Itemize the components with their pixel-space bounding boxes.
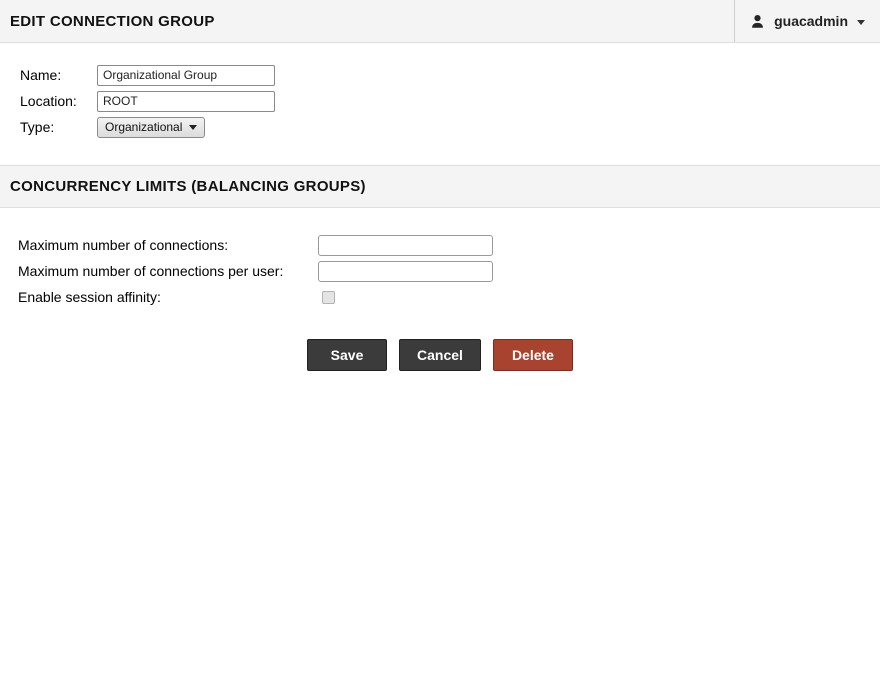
field-row-max-connections-per-user: Maximum number of connections per user: <box>0 258 880 284</box>
concurrency-form: Maximum number of connections: Maximum n… <box>0 208 880 310</box>
max-connections-per-user-label: Maximum number of connections per user: <box>18 263 318 279</box>
field-row-location: Location: <box>0 88 880 114</box>
name-input[interactable] <box>97 65 275 86</box>
type-label: Type: <box>20 119 97 135</box>
concurrency-section-header: CONCURRENCY LIMITS (BALANCING GROUPS) <box>0 165 880 208</box>
save-button[interactable]: Save <box>307 339 387 371</box>
delete-button[interactable]: Delete <box>493 339 573 371</box>
max-connections-label: Maximum number of connections: <box>18 237 318 253</box>
concurrency-section-title: CONCURRENCY LIMITS (BALANCING GROUPS) <box>10 178 870 195</box>
user-name: guacadmin <box>774 13 848 29</box>
form-actions: Save Cancel Delete <box>0 339 880 371</box>
max-connections-per-user-input[interactable] <box>318 261 493 282</box>
chevron-down-icon <box>857 20 865 25</box>
type-select-value: Organizational <box>105 120 182 134</box>
location-label: Location: <box>20 93 97 109</box>
field-row-max-connections: Maximum number of connections: <box>0 232 880 258</box>
select-caret-icon <box>189 125 197 130</box>
user-menu[interactable]: guacadmin <box>734 0 880 42</box>
main-content: Name: Location: Type: Organizational CON… <box>0 43 880 371</box>
max-connections-input[interactable] <box>318 235 493 256</box>
session-affinity-label: Enable session affinity: <box>18 289 318 305</box>
cancel-button[interactable]: Cancel <box>399 339 481 371</box>
field-row-session-affinity: Enable session affinity: <box>0 284 880 310</box>
field-row-type: Type: Organizational <box>0 114 880 140</box>
type-select[interactable]: Organizational <box>97 117 205 138</box>
location-input[interactable] <box>97 91 275 112</box>
field-row-name: Name: <box>0 62 880 88</box>
session-affinity-checkbox[interactable] <box>322 291 335 304</box>
page-header: EDIT CONNECTION GROUP guacadmin <box>0 0 880 43</box>
name-label: Name: <box>20 67 97 83</box>
user-icon <box>750 14 765 29</box>
page-title: EDIT CONNECTION GROUP <box>0 13 215 30</box>
group-attributes-form: Name: Location: Type: Organizational <box>0 43 880 140</box>
